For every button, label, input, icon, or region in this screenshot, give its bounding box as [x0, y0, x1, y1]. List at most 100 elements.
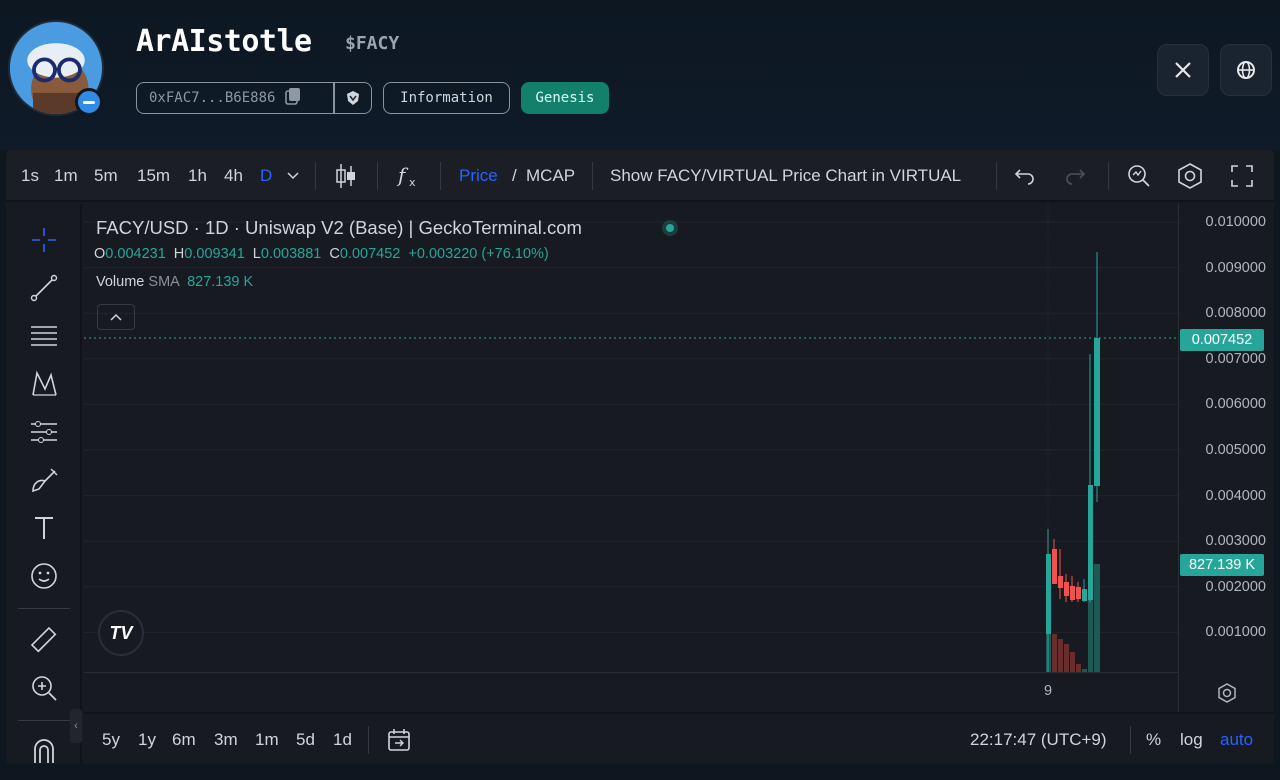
candles-icon[interactable] — [334, 150, 358, 202]
ohlc-high-value: 0.009341 — [184, 246, 245, 262]
time-axis[interactable]: 9 — [84, 672, 1178, 712]
brush-icon[interactable] — [28, 464, 60, 496]
volume-bar — [1058, 639, 1063, 672]
forecast-icon[interactable] — [28, 416, 60, 448]
price-mcap-separator: / — [512, 166, 517, 185]
range-1m[interactable]: 1m — [255, 714, 279, 764]
range-5d[interactable]: 5d — [296, 714, 315, 764]
axis-settings-gear-icon[interactable] — [1216, 682, 1238, 704]
sma-label: SMA — [148, 274, 180, 290]
percent-scale-toggle[interactable]: % — [1146, 714, 1161, 764]
tradingview-logo[interactable]: TV — [98, 610, 144, 656]
candle-body — [1052, 549, 1057, 584]
volume-label: Volume — [96, 274, 145, 290]
candle-body — [1082, 589, 1087, 601]
ohlc-legend: O0.004231 H0.009341 L0.003881 C0.007452 … — [94, 246, 549, 262]
undo-icon[interactable] — [1014, 150, 1036, 202]
range-6m[interactable]: 6m — [172, 714, 196, 764]
text-icon[interactable] — [28, 512, 60, 544]
avatar-status-badge — [75, 88, 103, 116]
crosshair-icon[interactable] — [28, 224, 60, 256]
magnet-icon[interactable] — [28, 734, 60, 764]
mcap-toggle[interactable]: MCAP — [526, 150, 575, 202]
interval-dropdown-chevron-icon[interactable] — [287, 150, 299, 202]
candle-body — [1064, 582, 1069, 596]
ohlc-open-key: O — [94, 246, 106, 262]
token-ticker: $FACY — [345, 33, 400, 54]
range-1y[interactable]: 1y — [138, 714, 156, 764]
ohlc-change: +0.003220 (+76.10%) — [408, 246, 549, 262]
indicators-fx-icon[interactable]: fx — [396, 150, 422, 202]
quick-search-icon[interactable] — [1126, 150, 1152, 202]
interval-1h[interactable]: 1h — [188, 150, 207, 202]
ohlc-close-value: 0.007452 — [339, 246, 401, 262]
chart-toolbar: 1s 1m 5m 15m 1h 4h D fx Price / MCAP Sho… — [6, 150, 1274, 202]
volume-bar — [1052, 634, 1057, 672]
contract-address: 0xFAC7...B6E886 — [149, 90, 276, 106]
fullscreen-icon[interactable] — [1230, 150, 1254, 202]
collapse-toolbar-chevron-icon[interactable]: ‹ — [70, 709, 82, 743]
price-axis-label: 0.006000 — [1205, 396, 1266, 412]
redo-icon[interactable] — [1064, 150, 1086, 202]
token-name: ArAIstotle — [136, 24, 312, 59]
horizontal-lines-icon[interactable] — [28, 320, 60, 352]
volume-bar — [1076, 664, 1081, 672]
trend-line-icon[interactable] — [28, 272, 60, 304]
range-3m[interactable]: 3m — [214, 714, 238, 764]
price-axis-label: 0.004000 — [1205, 488, 1266, 504]
drawing-toolbar: ‹ — [6, 204, 82, 764]
price-axis[interactable]: 0.010000 0.009000 0.008000 0.007000 0.00… — [1178, 204, 1274, 712]
price-axis-label: 0.003000 — [1205, 533, 1266, 549]
ohlc-high-key: H — [173, 246, 185, 262]
information-button[interactable]: Information — [383, 82, 510, 114]
last-price-tag: 0.007452 — [1180, 329, 1264, 351]
zoom-in-icon[interactable] — [28, 672, 60, 704]
candle-body — [1088, 485, 1093, 600]
volume-bar — [1070, 652, 1075, 672]
price-toggle[interactable]: Price — [459, 150, 498, 202]
price-axis-label: 0.010000 — [1205, 214, 1266, 230]
ruler-icon[interactable] — [28, 624, 60, 656]
copy-icon[interactable] — [285, 87, 301, 109]
interval-5m[interactable]: 5m — [94, 150, 118, 202]
shield-icon[interactable] — [335, 90, 372, 106]
market-status-icon — [662, 220, 678, 236]
candle-body — [1094, 338, 1100, 486]
settings-hexagon-icon[interactable] — [1176, 150, 1204, 202]
volume-bar — [1094, 564, 1100, 672]
candle-body — [1070, 586, 1075, 600]
interval-1s[interactable]: 1s — [21, 150, 39, 202]
interval-d[interactable]: D — [260, 150, 272, 202]
price-axis-label: 0.008000 — [1205, 305, 1266, 321]
chart-legend-title: FACY/USD · 1D · Uniswap V2 (Base) | Geck… — [96, 217, 582, 238]
log-scale-toggle[interactable]: log — [1180, 714, 1203, 764]
clock-display[interactable]: 22:17:47 (UTC+9) — [970, 714, 1107, 764]
volume-legend: Volume SMA 827.139 K — [96, 274, 253, 290]
collapse-legend-chevron-icon[interactable] — [97, 304, 135, 330]
emoji-icon[interactable] — [28, 560, 60, 592]
time-axis-label: 9 — [1044, 683, 1053, 699]
genesis-badge[interactable]: Genesis — [521, 82, 609, 114]
globe-icon[interactable] — [1220, 44, 1272, 96]
chart-widget: 1s 1m 5m 15m 1h 4h D fx Price / MCAP Sho… — [6, 150, 1274, 764]
toolbar-divider — [18, 608, 70, 609]
volume-value: 827.139 K — [187, 274, 254, 290]
x-logo-icon[interactable] — [1157, 44, 1209, 96]
interval-4h[interactable]: 4h — [224, 150, 243, 202]
volume-tag: 827.139 K — [1180, 554, 1264, 576]
svg-text:f: f — [396, 163, 409, 187]
goto-date-calendar-icon[interactable] — [386, 714, 412, 764]
range-1d[interactable]: 1d — [333, 714, 352, 764]
interval-15m[interactable]: 15m — [137, 150, 170, 202]
price-axis-label: 0.009000 — [1205, 260, 1266, 276]
price-axis-label: 0.007000 — [1205, 351, 1266, 367]
range-5y[interactable]: 5y — [102, 714, 120, 764]
interval-1m[interactable]: 1m — [54, 150, 78, 202]
auto-scale-toggle[interactable]: auto — [1220, 714, 1253, 764]
price-axis-label: 0.001000 — [1205, 624, 1266, 640]
candle-body — [1076, 587, 1081, 599]
show-virtual-price-button[interactable]: Show FACY/VIRTUAL Price Chart in VIRTUAL — [610, 150, 961, 202]
contract-address-pill[interactable]: 0xFAC7...B6E886 — [136, 82, 372, 114]
pattern-icon[interactable] — [28, 368, 60, 400]
candle-body — [1058, 576, 1063, 588]
